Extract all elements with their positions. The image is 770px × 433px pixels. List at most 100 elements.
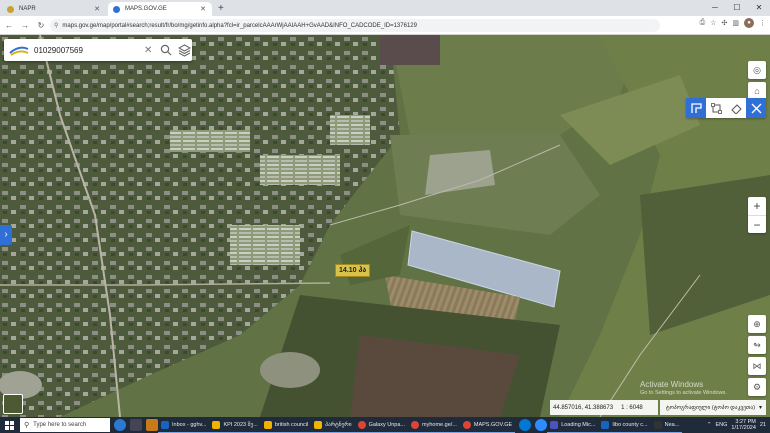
extensions-icon[interactable]: ✣	[722, 19, 728, 27]
tab-title: NAPR	[19, 6, 36, 12]
clear-search-icon[interactable]: ✕	[144, 45, 152, 56]
taskbar-app[interactable]: KPI 2023 შე...	[209, 417, 261, 433]
tab-title: MAPS.GOV.GE	[125, 6, 167, 12]
task-view-icon[interactable]	[130, 419, 142, 431]
zoom-in-button[interactable]: +	[748, 197, 766, 215]
chrome-app-icon	[411, 420, 420, 429]
system-tray: ⌃ ENG 3:27 PM 1/17/2024 21	[707, 417, 766, 433]
layers-icon[interactable]	[178, 43, 192, 57]
settings-gear-icon[interactable]: ⚙	[748, 378, 766, 396]
route-icon[interactable]: ↬	[748, 336, 766, 354]
url-field[interactable]: ⚲ maps.gov.ge/map/portal#search;result/f…	[50, 19, 660, 32]
zoom-control: + −	[748, 197, 766, 233]
search-icon: ⚲	[24, 422, 30, 429]
taskbar-app-label: Loading Mic...	[561, 421, 596, 428]
taskbar-app[interactable]: პარტნერი	[311, 417, 355, 433]
taskbar-app-label: Inbox - gghv...	[172, 421, 207, 428]
sidebar-icon[interactable]: ▥	[732, 19, 739, 27]
language-indicator[interactable]: ENG	[715, 422, 727, 428]
my-location-icon[interactable]: ⊕	[748, 315, 766, 333]
profile-avatar[interactable]: ●	[744, 18, 754, 28]
start-button[interactable]	[0, 417, 18, 433]
menu-icon[interactable]: ⋮	[759, 19, 766, 27]
windows-logo-icon	[4, 420, 14, 430]
outlook-app-icon	[601, 420, 610, 429]
address-bar: ← → ↻ ⚲ maps.gov.ge/map/portal#search;re…	[0, 16, 770, 35]
expand-panel-button[interactable]: ›	[0, 225, 12, 245]
reload-icon[interactable]: ↻	[34, 21, 48, 30]
tray-chevron-up-icon[interactable]: ⌃	[707, 422, 712, 428]
forward-icon[interactable]: →	[18, 21, 32, 30]
tools-icon	[751, 103, 761, 113]
folder-app-icon	[263, 420, 272, 429]
taskbar-app-label: Nea...	[664, 421, 680, 428]
taskbar-app[interactable]: myhome.ge/...	[408, 417, 460, 433]
browser-toolbar: ⎙ ☆ ✣ ▥ ● ⋮	[700, 18, 766, 28]
chrome-app-icon	[462, 420, 471, 429]
polygon-icon	[690, 102, 702, 113]
taskbar-app[interactable]: Galaxy Unpa...	[354, 417, 409, 433]
skype-icon[interactable]	[519, 419, 532, 431]
edge-icon[interactable]	[146, 419, 158, 431]
close-tab-icon[interactable]: ✕	[200, 5, 206, 13]
eraser-button[interactable]	[726, 98, 746, 118]
satellite-map[interactable]: ›	[0, 35, 770, 417]
map-lower-toolbar: ⊕ ↬ ⋈ ⚙	[748, 315, 766, 396]
geoportal-logo-icon	[9, 46, 29, 56]
site-info-icon[interactable]: ⚲	[54, 22, 58, 29]
install-app-icon[interactable]: ⎙	[700, 19, 706, 27]
basemap-switcher-button[interactable]	[3, 394, 23, 414]
watermark-title: Activate Windows	[640, 380, 704, 389]
napr-favicon-icon	[7, 5, 14, 13]
outlook-app-icon	[161, 420, 169, 429]
bookmark-star-icon[interactable]: ☆	[710, 19, 716, 27]
tab-maps-gov-ge[interactable]: MAPS.GOV.GE ✕	[108, 2, 212, 16]
share-icon[interactable]: ⋈	[748, 357, 766, 375]
new-tab-button[interactable]: +	[218, 2, 224, 16]
taskbar-app-label: MAPS.GOV.GE	[473, 421, 513, 428]
taskbar-app[interactable]: libo county c...	[598, 417, 651, 433]
tab-napr[interactable]: NAPR ✕	[2, 2, 106, 16]
draw-rectangle-button[interactable]	[706, 98, 726, 118]
taskbar-app[interactable]: Nea...	[650, 417, 683, 433]
back-icon[interactable]: ←	[2, 21, 16, 30]
taskbar-app-label: პარტნერი	[325, 421, 352, 428]
taskbar-app[interactable]: Inbox - gghv...	[158, 417, 210, 433]
search-icon[interactable]	[160, 44, 172, 56]
coordinate-readout: 44.857016, 41.388673 1 : 6048	[550, 400, 658, 415]
activate-windows-watermark: Activate Windows Go to Settings to activ…	[640, 380, 727, 398]
browser-tab-strip: NAPR ✕ MAPS.GOV.GE ✕ + ─ ☐ ✕	[0, 0, 770, 16]
maps-favicon-icon	[113, 5, 120, 13]
chrome-app-icon	[357, 420, 366, 429]
location-pin-icon[interactable]: ◎	[748, 61, 766, 79]
maximize-icon[interactable]: ☐	[726, 0, 748, 16]
close-tab-icon[interactable]: ✕	[94, 5, 100, 13]
taskbar-search-field[interactable]: ⚲ Type here to search	[20, 418, 110, 432]
zoom-out-button[interactable]: −	[748, 215, 766, 233]
basemap-layer-select[interactable]: ტოპოგრაფიული (ტოპო დაკვეთა) ▾	[660, 400, 766, 415]
search-input[interactable]: 01029007569	[34, 46, 134, 55]
cortana-icon[interactable]	[114, 419, 126, 431]
eraser-icon	[730, 103, 742, 114]
parcel-area-label[interactable]: 14.10 ჰა	[335, 264, 371, 277]
taskbar-search-placeholder: Type here to search	[33, 422, 87, 428]
taskbar-app[interactable]: british council	[260, 417, 312, 433]
taskbar-app-label: Galaxy Unpa...	[368, 421, 406, 428]
chevron-down-icon: ▾	[758, 405, 762, 411]
screen: { "browser": { "tabs": [ {"title": "NAPR…	[0, 0, 770, 433]
app-icon	[653, 420, 662, 429]
draw-polygon-button[interactable]	[686, 98, 706, 118]
taskbar-app[interactable]: Loading Mic...	[547, 417, 599, 433]
notification-count-badge[interactable]: 21	[760, 422, 766, 428]
layer-select-value: ტოპოგრაფიული (ტოპო დაკვეთა)	[666, 404, 756, 411]
minimize-icon[interactable]: ─	[704, 0, 726, 16]
clock[interactable]: 3:27 PM 1/17/2024	[731, 419, 755, 431]
map-right-toolbar: ◎ ⌂	[748, 61, 766, 100]
parcel-search-box: 01029007569 ✕	[4, 39, 192, 61]
taskbar-app[interactable]: MAPS.GOV.GE	[459, 417, 516, 433]
map-imagery	[0, 35, 770, 417]
window-controls: ─ ☐ ✕	[704, 0, 770, 16]
zoom-app-icon[interactable]	[535, 419, 548, 431]
tools-toggle-button[interactable]	[746, 98, 766, 118]
close-window-icon[interactable]: ✕	[748, 0, 770, 16]
